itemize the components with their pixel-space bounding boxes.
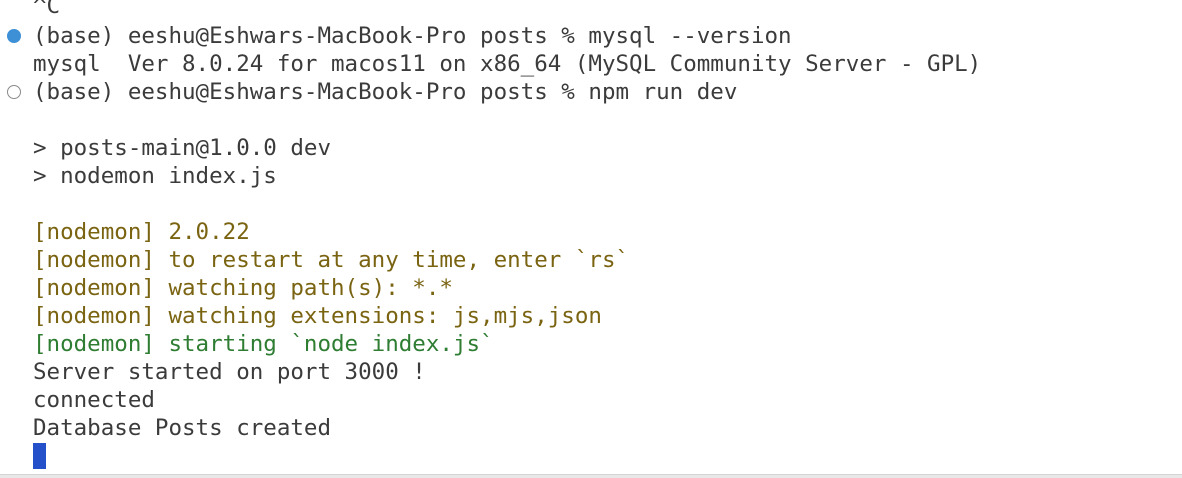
terminal-cursor[interactable] — [33, 443, 46, 469]
terminal-line-npm-script: > posts-main@1.0.0 dev — [33, 135, 332, 161]
terminal-line-server-started: Server started on port 3000 ! — [33, 359, 426, 385]
terminal-line-mysql-command: (base) eeshu@Eshwars-MacBook-Pro posts %… — [33, 23, 792, 49]
terminal-line-nodemon-version: [nodemon] 2.0.22 — [33, 219, 250, 245]
terminal-line-connected: connected — [33, 387, 155, 413]
terminal-line-nodemon-starting: [nodemon] starting `node index.js` — [33, 331, 494, 357]
panel-bottom-border — [0, 474, 1182, 478]
terminal-line-nodemon-watching-extensions: [nodemon] watching extensions: js,mjs,js… — [33, 303, 602, 329]
terminal-line-nodemon-restart-hint: [nodemon] to restart at any time, enter … — [33, 247, 630, 273]
terminal-line-interrupt: ^C — [33, 0, 61, 19]
terminal-line-nodemon-watching-paths: [nodemon] watching path(s): *.* — [33, 275, 453, 301]
command-success-marker-icon[interactable] — [7, 29, 21, 43]
terminal-line-npm-script-command: > nodemon index.js — [33, 163, 277, 189]
terminal-line-npm-command: (base) eeshu@Eshwars-MacBook-Pro posts %… — [33, 79, 738, 105]
terminal-line-mysql-version-output: mysql Ver 8.0.24 for macos11 on x86_64 (… — [33, 51, 982, 77]
terminal-line-database-created: Database Posts created — [33, 415, 332, 441]
command-running-marker-icon[interactable] — [7, 85, 21, 99]
terminal-output[interactable]: ^C (base) eeshu@Eshwars-MacBook-Pro post… — [0, 0, 1182, 474]
